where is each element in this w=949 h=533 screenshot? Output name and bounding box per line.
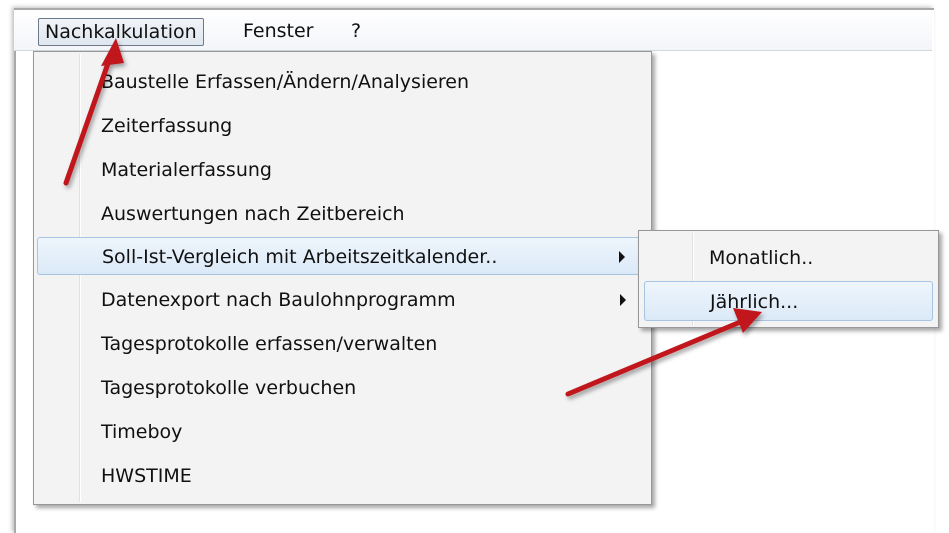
menu-item-materialerfassung[interactable]: Materialerfassung [37,151,648,189]
menu-item-timeboy[interactable]: Timeboy [37,413,648,451]
menu-item-auswertungen[interactable]: Auswertungen nach Zeitbereich [37,195,648,233]
submenu-arrow-icon [620,294,626,306]
menu-item-zeiterfassung[interactable]: Zeiterfassung [37,107,648,145]
menu-item-tagesprotokolle-erfassen[interactable]: Tagesprotokolle erfassen/verwalten [37,325,648,363]
menu-help[interactable]: ? [345,18,367,44]
menu-item-soll-ist-label: Soll-Ist-Vergleich mit Arbeitszeitkalend… [102,246,498,268]
soll-ist-submenu: Monatlich.. Jährlich... [638,230,939,328]
menu-item-datenexport[interactable]: Datenexport nach Baulohnprogramm [37,281,648,319]
menu-item-hwstime[interactable]: HWSTIME [37,457,648,495]
menu-item-datenexport-label: Datenexport nach Baulohnprogramm [101,289,456,311]
submenu-item-monatlich[interactable]: Monatlich.. [644,238,933,278]
submenu-arrow-icon [619,251,625,263]
submenu-item-jaehrlich[interactable]: Jährlich... [644,281,933,321]
menu-item-soll-ist-vergleich[interactable]: Soll-Ist-Vergleich mit Arbeitszeitkalend… [37,237,648,275]
menu-item-baustelle[interactable]: Baustelle Erfassen/Ändern/Analysieren [37,63,648,101]
menu-fenster[interactable]: Fenster [237,18,319,44]
menu-item-tagesprotokolle-verbuchen[interactable]: Tagesprotokolle verbuchen [37,369,648,407]
menu-nachkalkulation[interactable]: Nachkalkulation [38,18,204,46]
nachkalkulation-dropdown: Baustelle Erfassen/Ändern/Analysieren Ze… [33,51,652,505]
menu-bar: Nachkalkulation Fenster ? [14,10,932,51]
